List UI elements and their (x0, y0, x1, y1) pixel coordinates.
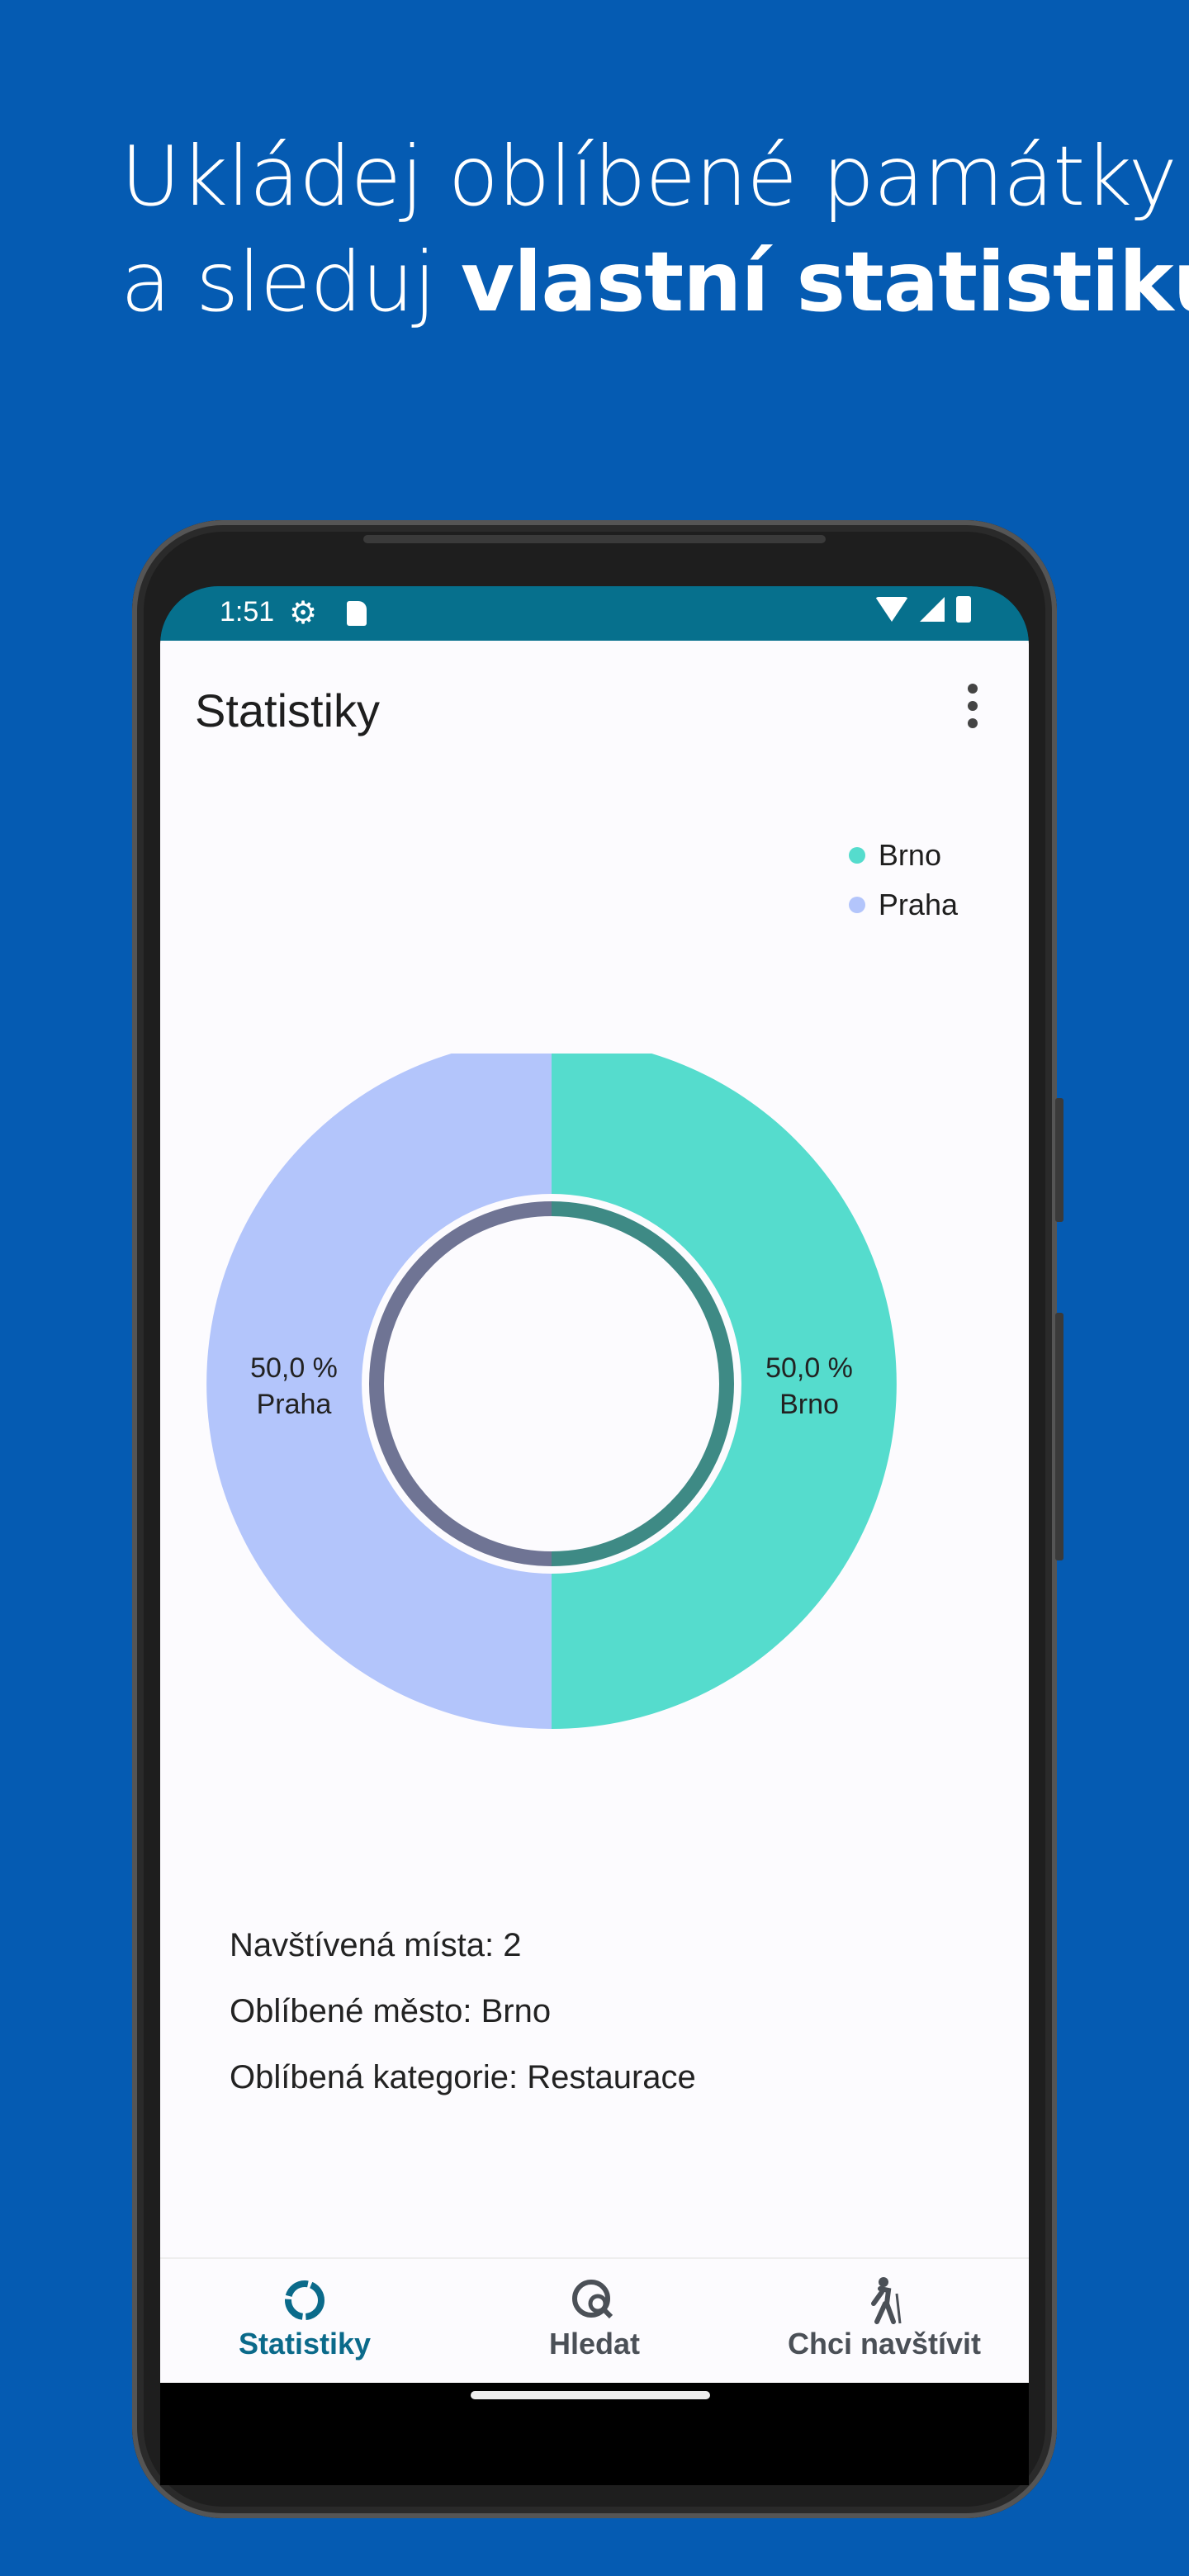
status-bar: 1:51 ⚙ (160, 586, 1029, 641)
donut-chart[interactable]: 50,0 % Brno 50,0 % Praha (205, 1054, 898, 1747)
volume-button (1055, 1098, 1063, 1222)
wifi-icon (875, 597, 908, 622)
legend-label-praha: Praha (878, 888, 958, 921)
status-time: 1:51 (220, 596, 275, 627)
nav-item-hledat[interactable]: Hledat (450, 2275, 739, 2361)
legend-dot-brno (848, 847, 865, 864)
search-globe-icon (450, 2275, 739, 2325)
slice-label-praha-percent: 50,0 % (250, 1352, 338, 1384)
hiker-icon (740, 2275, 1029, 2325)
app-content: Statistiky Brno Praha 50,0 % Brno 50,0 % Pr… (160, 641, 1029, 2383)
headline-line-2: a sleduj vlastní statistiku (121, 230, 1189, 335)
nav-item-statistiky[interactable]: Statistiky (160, 2275, 449, 2361)
headline: Ukládej oblíbené památky a sleduj vlastn… (121, 124, 1189, 335)
phone-frame: 1:51 ⚙ Statistiky Brno Praha 50,0 % Brno… (132, 520, 1063, 2518)
legend-label-brno: Brno (878, 838, 941, 872)
sd-card-icon (347, 601, 367, 626)
slice-label-praha-name: Praha (257, 1389, 332, 1420)
stat-favorite-category: Oblíbená kategorie: Restaurace (230, 2059, 696, 2095)
headline-line-1: Ukládej oblíbené památky (121, 128, 1177, 225)
home-indicator (471, 2391, 710, 2399)
battery-icon (956, 596, 971, 623)
signal-icon (920, 597, 945, 622)
slice-label-brno-name: Brno (779, 1389, 839, 1420)
nav-item-chci-navstivit[interactable]: Chci navštívit (740, 2275, 1029, 2361)
legend-item-brno: Brno (848, 831, 958, 880)
more-vert-icon[interactable] (966, 684, 979, 733)
headline-bold: vlastní statistiku (460, 234, 1189, 330)
phone-screen: 1:51 ⚙ Statistiky Brno Praha 50,0 % Brno… (160, 586, 1029, 2485)
nav-label-statistiky: Statistiky (238, 2327, 372, 2361)
legend-item-praha: Praha (848, 880, 958, 930)
headline-prefix: a sleduj (121, 234, 461, 330)
power-button (1055, 1313, 1063, 1560)
page-title: Statistiky (195, 684, 381, 736)
stat-favorite-city: Oblíbené město: Brno (230, 1993, 552, 2029)
stats-list: Navštívená místa: 2 Oblíbené město: Brno… (230, 1912, 696, 2110)
phone-speaker (363, 535, 826, 543)
donut-icon (160, 2275, 449, 2325)
chart-legend: Brno Praha (848, 831, 958, 930)
gear-icon: ⚙ (289, 596, 318, 631)
nav-label-chci-navstivit: Chci navštívit (787, 2327, 982, 2361)
bottom-navigation: Statistiky Hledat Chci navštívit (160, 2257, 1029, 2383)
stat-visited: Navštívená místa: 2 (230, 1927, 522, 1963)
legend-dot-praha (848, 897, 865, 913)
nav-label-hledat: Hledat (548, 2327, 641, 2361)
slice-label-brno-percent: 50,0 % (765, 1352, 853, 1384)
